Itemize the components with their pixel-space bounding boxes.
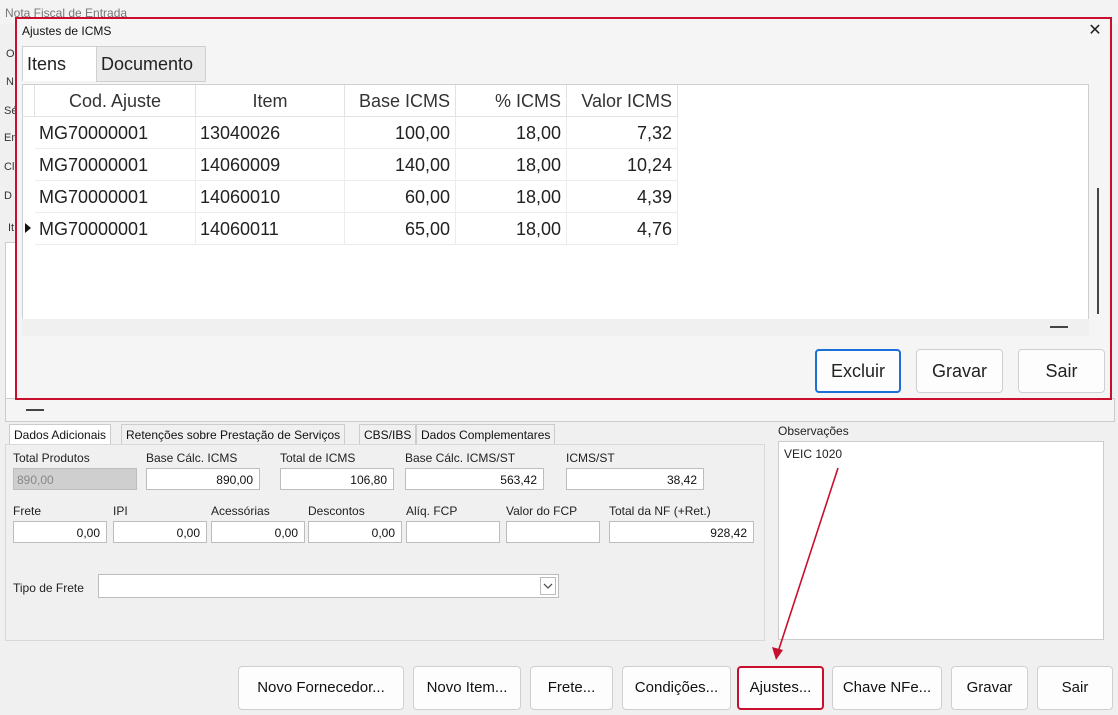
cell-pct-icms[interactable]: 18,00 [456, 149, 567, 181]
cell-item[interactable]: 13040026 [196, 117, 345, 149]
cell-pct-icms[interactable]: 18,00 [456, 213, 567, 245]
tab-documento[interactable]: Documento [96, 46, 206, 82]
dialog-gravar-button[interactable]: Gravar [916, 349, 1003, 393]
cell-valor-icms[interactable]: 10,24 [567, 149, 678, 181]
cell-base-icms[interactable]: 140,00 [345, 149, 456, 181]
col-item[interactable]: Item [196, 85, 345, 117]
cell-item[interactable]: 14060009 [196, 149, 345, 181]
cell-valor-icms[interactable]: 7,32 [567, 117, 678, 149]
cell-cod-ajuste[interactable]: MG70000001 [35, 149, 196, 181]
cell-cod-ajuste[interactable]: MG70000001 [35, 213, 196, 245]
cell-pct-icms[interactable]: 18,00 [456, 181, 567, 213]
cell-cod-ajuste[interactable]: MG70000001 [35, 117, 196, 149]
row-indicator-header [22, 85, 35, 117]
col-base-icms[interactable]: Base ICMS [345, 85, 456, 117]
cell-valor-icms[interactable]: 4,39 [567, 181, 678, 213]
cell-base-icms[interactable]: 65,00 [345, 213, 456, 245]
cell-base-icms[interactable]: 100,00 [345, 117, 456, 149]
col-cod-ajuste[interactable]: Cod. Ajuste [35, 85, 196, 117]
cell-base-icms[interactable]: 60,00 [345, 181, 456, 213]
col-valor-icms[interactable]: Valor ICMS [567, 85, 678, 117]
scroll-thumb[interactable] [1097, 188, 1099, 314]
cell-pct-icms[interactable]: 18,00 [456, 117, 567, 149]
cell-valor-icms[interactable]: 4,76 [567, 213, 678, 245]
excluir-button[interactable]: Excluir [815, 349, 901, 393]
close-icon[interactable]: ✕ [1087, 22, 1103, 40]
dialog-title: Ajustes de ICMS [22, 24, 112, 38]
cell-item[interactable]: 14060011 [196, 213, 345, 245]
col-pct-icms[interactable]: % ICMS [456, 85, 567, 117]
scroll-grip-icon [1050, 326, 1068, 328]
grid-horizontal-scrollbar[interactable] [22, 319, 1089, 336]
dialog-sair-button[interactable]: Sair [1018, 349, 1105, 393]
cell-item[interactable]: 14060010 [196, 181, 345, 213]
cell-cod-ajuste[interactable]: MG70000001 [35, 181, 196, 213]
tab-itens[interactable]: Itens [22, 46, 102, 81]
current-row-arrow-icon [25, 223, 31, 233]
